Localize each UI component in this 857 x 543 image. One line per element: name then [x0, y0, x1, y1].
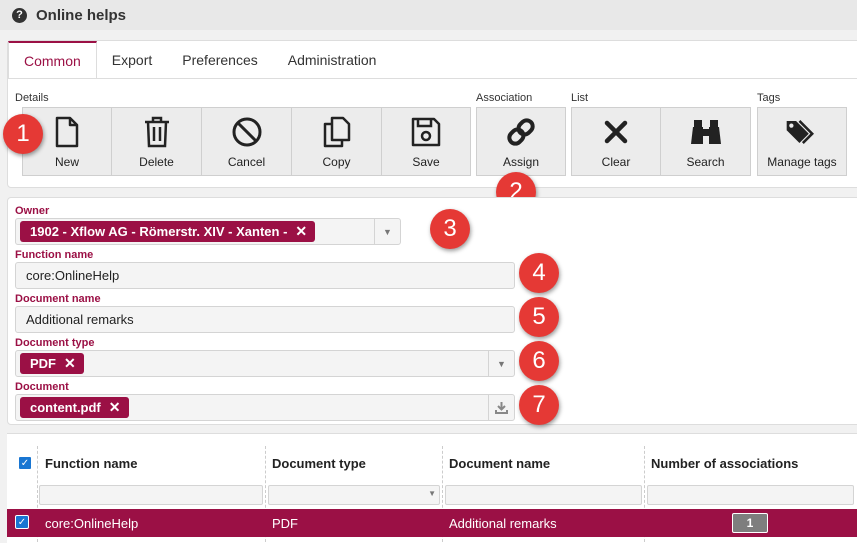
cancel-button-label: Cancel — [227, 155, 266, 169]
callout-4: 4 — [519, 253, 559, 293]
column-header-function-name[interactable]: Function name — [45, 448, 137, 478]
document-name-label: Document name — [15, 293, 101, 305]
tab-divider — [8, 78, 857, 79]
column-header-number-of-associations[interactable]: Number of associations — [651, 448, 798, 478]
delete-button-label: Delete — [139, 155, 174, 169]
cell-document-type: PDF — [272, 515, 298, 531]
group-label-association: Association — [476, 92, 533, 104]
document-field[interactable]: content.pdf ✕ — [15, 394, 515, 421]
callout-5: 5 — [519, 297, 559, 337]
filter-document-type[interactable]: ▼ — [268, 485, 440, 505]
cell-document-name: Additional remarks — [449, 515, 557, 531]
callout-1: 1 — [3, 114, 43, 154]
filter-function-name[interactable] — [39, 485, 263, 505]
download-icon[interactable] — [488, 395, 514, 420]
tab-export[interactable]: Export — [97, 41, 167, 79]
callout-3: 3 — [430, 209, 470, 249]
save-button-label: Save — [412, 155, 440, 169]
search-button[interactable]: Search — [660, 107, 751, 176]
assign-button-label: Assign — [502, 155, 540, 169]
document-type-chip: PDF ✕ — [20, 353, 84, 374]
group-label-details: Details — [15, 92, 49, 104]
chevron-down-icon[interactable]: ▼ — [428, 489, 436, 498]
clear-button-label: Clear — [601, 155, 631, 169]
tab-bar: Common Export Preferences Administration — [8, 41, 391, 79]
document-chip: content.pdf ✕ — [20, 397, 129, 418]
associations-count-badge[interactable]: 1 — [732, 513, 768, 533]
binoculars-icon — [689, 115, 723, 149]
chevron-down-icon[interactable]: ▼ — [374, 219, 400, 244]
owner-select[interactable]: 1902 - Xflow AG - Römerstr. XIV - Xanten… — [15, 218, 401, 245]
select-all-checkbox[interactable]: ✓ — [18, 456, 32, 470]
copy-button-label: Copy — [322, 155, 351, 169]
document-name-field[interactable]: Additional remarks — [15, 306, 515, 333]
document-type-label: Document type — [15, 337, 95, 349]
table-row[interactable]: ✓ core:OnlineHelp PDF Additional remarks… — [7, 509, 857, 537]
callout-6: 6 — [519, 341, 559, 381]
file-icon — [50, 115, 84, 149]
document-type-chip-text: PDF — [30, 356, 56, 371]
title-bar: ? Online helps — [0, 0, 857, 30]
new-button-label: New — [54, 155, 79, 169]
save-button[interactable]: Save — [381, 107, 471, 176]
group-label-list: List — [571, 92, 589, 104]
owner-chip-remove-icon[interactable]: ✕ — [295, 223, 307, 240]
tab-common[interactable]: Common — [8, 41, 97, 79]
document-chip-remove-icon[interactable]: ✕ — [109, 399, 121, 416]
tags-icon — [785, 115, 819, 149]
manage-tags-button-label: Manage tags — [767, 155, 837, 169]
clear-button[interactable]: Clear — [571, 107, 661, 176]
filter-document-name[interactable] — [445, 485, 642, 505]
ban-icon — [230, 115, 264, 149]
copy-icon — [320, 115, 354, 149]
function-name-field[interactable]: core:OnlineHelp — [15, 262, 515, 289]
search-button-label: Search — [686, 155, 725, 169]
column-header-document-type[interactable]: Document type — [272, 448, 366, 478]
delete-button[interactable]: Delete — [111, 107, 202, 176]
callout-7: 7 — [519, 385, 559, 425]
toolbar-panel: Common Export Preferences Administration… — [7, 40, 857, 188]
page-title: Online helps — [36, 6, 127, 24]
column-header-document-name[interactable]: Document name — [449, 448, 550, 478]
owner-chip: 1902 - Xflow AG - Römerstr. XIV - Xanten… — [20, 221, 316, 242]
floppy-icon — [409, 115, 443, 149]
document-type-chip-remove-icon[interactable]: ✕ — [64, 355, 76, 372]
document-label: Document — [15, 381, 69, 393]
results-grid: ✓ Function name Document type Document n… — [7, 433, 857, 543]
owner-chip-text: 1902 - Xflow AG - Römerstr. XIV - Xanten… — [30, 224, 288, 239]
filter-number-of-associations[interactable] — [647, 485, 854, 505]
x-icon — [599, 115, 633, 149]
owner-label: Owner — [15, 205, 50, 217]
assign-button[interactable]: Assign — [476, 107, 566, 176]
cell-function-name: core:OnlineHelp — [45, 515, 139, 531]
group-label-tags: Tags — [757, 92, 781, 104]
tab-administration[interactable]: Administration — [273, 41, 392, 79]
tab-preferences[interactable]: Preferences — [167, 41, 272, 79]
function-name-label: Function name — [15, 249, 94, 261]
document-type-select[interactable]: PDF ✕ ▼ — [15, 350, 515, 377]
question-circle-icon[interactable]: ? — [12, 7, 27, 23]
cancel-button[interactable]: Cancel — [201, 107, 292, 176]
link-icon — [504, 115, 538, 149]
manage-tags-button[interactable]: Manage tags — [757, 107, 847, 176]
trash-icon — [140, 115, 174, 149]
document-chip-text: content.pdf — [30, 400, 101, 415]
row-checkbox[interactable]: ✓ — [15, 515, 29, 529]
copy-button[interactable]: Copy — [291, 107, 382, 176]
chevron-down-icon[interactable]: ▼ — [488, 351, 514, 376]
